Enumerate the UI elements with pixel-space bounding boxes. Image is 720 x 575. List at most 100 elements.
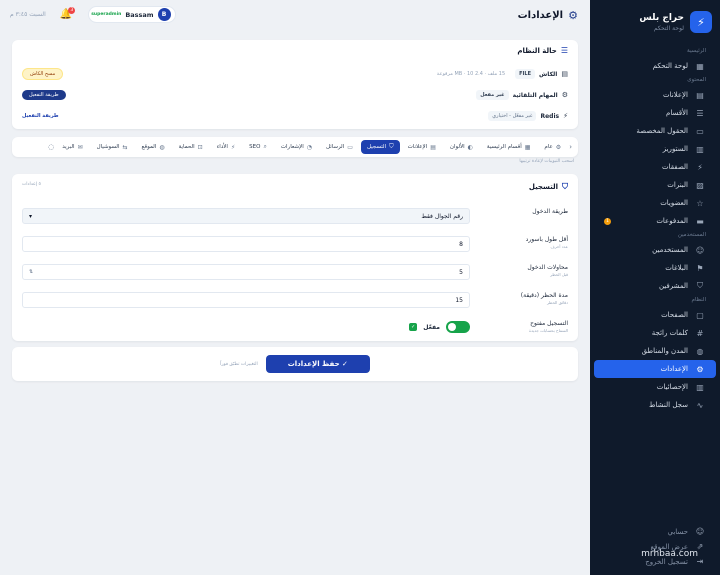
chart-icon: ▥ xyxy=(696,382,704,392)
sidebar-item[interactable]: ⚙ الإعدادات xyxy=(594,360,716,378)
tab-8[interactable]: ⚡ الأداء xyxy=(211,141,241,154)
registration-title: التسجيل xyxy=(528,183,558,191)
tab-10[interactable]: ◍ الموقع xyxy=(136,141,171,154)
bolt-icon: ⚡ xyxy=(697,162,703,172)
scroll-left-icon[interactable]: ◌ xyxy=(48,143,54,151)
page-title: ⚙ الإعدادات xyxy=(517,8,578,22)
notification-badge: 3 xyxy=(68,7,76,14)
cache-row: ▤ الكاش FILE 15 ملف · 2.4 MB · 10 مرفوعة… xyxy=(22,68,568,80)
tab-3[interactable]: ▤ الإعلانات xyxy=(402,141,442,154)
sidebar-bottom-item[interactable]: ☺ حسابي xyxy=(594,524,716,539)
sidebar-item-label: حسابي xyxy=(667,527,689,536)
image-icon: ▨ xyxy=(696,180,704,190)
sidebar-item[interactable]: ⚑ البلاغات xyxy=(594,259,716,277)
redis-activate-link[interactable]: طريقة التفعيل xyxy=(22,113,59,119)
globe-icon: ◍ xyxy=(696,346,704,356)
registration-toggle[interactable] xyxy=(446,321,470,333)
login-attempts-input[interactable]: 5 ⇅ xyxy=(22,264,470,280)
tab-9[interactable]: ⊡ الحماية xyxy=(173,141,209,154)
sidebar-item[interactable]: ▥ الإحصائيات xyxy=(594,378,716,396)
clear-cache-button[interactable]: مسح الكاش xyxy=(22,68,64,80)
save-bar: ✓ حفظ الإعدادات التغييرات تطبّق فوراً xyxy=(12,347,578,381)
user-menu[interactable]: B Bassam superadmin xyxy=(88,6,176,23)
globe-icon: ◍ xyxy=(159,143,165,151)
notifications-button[interactable]: 🔔 3 xyxy=(60,7,76,20)
tab-label: عام xyxy=(544,144,553,150)
tab-12[interactable]: ✉ البريد xyxy=(56,141,88,154)
gear-icon: ⚙ xyxy=(561,91,568,99)
page-icon: ▢ xyxy=(696,310,704,320)
min-password-field: أقل طول باسورد عدد أحرف 8 xyxy=(22,234,568,256)
server-icon: ☰ xyxy=(560,46,568,55)
tab-6[interactable]: ◔ الإشعارات xyxy=(275,141,318,154)
tab-label: أقسام الرئيسية xyxy=(486,144,522,150)
avatar: B xyxy=(157,8,171,21)
document-icon: ▤ xyxy=(696,90,704,100)
sidebar-item-label: الصفحات xyxy=(661,311,688,319)
tab-1[interactable]: ▦ أقسام الرئيسية xyxy=(481,141,537,154)
bolt-icon: ⚡ xyxy=(230,143,236,151)
settings-tabs: ‹ ⚙ عام ▦ أقسام الرئيسية ◐ الألوان ▤ الإعلانات ⛉ ا… xyxy=(12,137,578,157)
save-note: التغييرات تطبّق فوراً xyxy=(220,361,258,367)
gear-icon: ⚙ xyxy=(568,8,578,22)
registration-card: ⛉ التسجيل ٥ إعدادات طريقة الدخول رقم الج… xyxy=(12,174,578,341)
gear-icon: ⚙ xyxy=(696,364,704,374)
tab-5[interactable]: ▭ الرسائل xyxy=(320,141,359,154)
tab-7[interactable]: ⌕ SEO xyxy=(243,140,273,154)
tab-0[interactable]: ⚙ عام xyxy=(538,141,567,154)
tab-11[interactable]: ⇆ السوشيال xyxy=(91,141,134,154)
sidebar-item-label: المدفوعات xyxy=(656,217,688,225)
sidebar-item-label: العضويات xyxy=(660,199,688,207)
sidebar-item-label: الحقول المخصصة xyxy=(636,127,688,135)
brand-title: حراج بلس xyxy=(639,12,684,23)
sidebar-item[interactable]: ▤ الإعلانات xyxy=(594,86,716,104)
date-display: السبت ٣:٤٥ م xyxy=(10,11,46,18)
sidebar-item[interactable]: ⛉ المشرفين xyxy=(594,277,716,295)
sidebar-item[interactable]: # كلمات رائجة xyxy=(594,324,716,342)
min-password-input[interactable]: 8 xyxy=(22,236,470,252)
tab-4[interactable]: ⛉ التسجيل xyxy=(360,140,400,154)
sidebar-item[interactable]: ▢ الصفحات xyxy=(594,306,716,324)
open-registration-field: التسجيل مفتوح السماح بحسابات جديدة مفعّل… xyxy=(409,320,568,333)
cron-activate-button[interactable]: طريقة التفعيل xyxy=(22,90,66,100)
chevron-right-icon[interactable]: ‹ xyxy=(569,143,572,151)
document-icon: ▤ xyxy=(430,143,436,151)
nav-section-label: النظام xyxy=(691,297,706,303)
grid-icon: ▦ xyxy=(524,143,531,151)
tabs-hint: اسحب التبويبات لإعادة ترتيبها xyxy=(519,159,574,164)
sidebar-item-label: كلمات رائجة xyxy=(651,329,688,337)
lock-icon: ⊡ xyxy=(197,143,203,151)
ban-duration-input[interactable]: 15 xyxy=(22,292,470,308)
brand[interactable]: ⚡ حراج بلس لوحة التحكم xyxy=(590,0,720,34)
sidebar-item[interactable]: ▥ الستوريز xyxy=(594,140,716,158)
sidebar-item[interactable]: ▦ لوحة التحكم xyxy=(594,57,716,75)
sidebar-item[interactable]: ⚡ الصفقات xyxy=(594,158,716,176)
card-icon: ▬ xyxy=(696,216,704,226)
stepper-icon[interactable]: ⇅ xyxy=(29,269,33,275)
nav-section-label: المحتوى xyxy=(687,77,706,83)
palette-icon: ◐ xyxy=(467,143,473,151)
sidebar-item[interactable]: ▭ الحقول المخصصة xyxy=(594,122,716,140)
tab-2[interactable]: ◐ الألوان xyxy=(444,141,479,154)
sidebar-item[interactable]: ◍ المدن والمناطق xyxy=(594,342,716,360)
login-method-select[interactable]: رقم الجوال فقط ▾ xyxy=(22,208,470,224)
sidebar-item[interactable]: ☰ الأقسام xyxy=(594,104,716,122)
save-button[interactable]: ✓ حفظ الإعدادات xyxy=(265,355,370,373)
sidebar-item[interactable]: ☆ العضويات xyxy=(594,194,716,212)
user-role: superadmin xyxy=(91,12,122,17)
sidebar-item[interactable]: ∿ سجل النشاط xyxy=(594,396,716,414)
sidebar-item[interactable]: ☺ المستخدمين xyxy=(594,241,716,259)
tab-label: الألوان xyxy=(449,144,465,150)
tab-label: الأداء xyxy=(216,144,228,150)
redis-row: ⚡ Redis غير مفعّل - اختياري طريقة التفعي… xyxy=(22,111,568,121)
sidebar-item-label: سجل النشاط xyxy=(649,401,688,409)
settings-count: ٥ إعدادات xyxy=(22,182,41,187)
tab-label: SEO xyxy=(249,144,261,150)
bell-icon: ◔ xyxy=(306,143,313,151)
sidebar-item-label: الستوريز xyxy=(662,145,688,153)
check-icon: ✓ xyxy=(409,323,418,331)
database-icon: ▤ xyxy=(561,70,568,78)
sidebar-item[interactable]: ▨ البنرات xyxy=(594,176,716,194)
flag-icon: ⚑ xyxy=(696,263,704,273)
sidebar-item[interactable]: ▬ المدفوعات 1 xyxy=(594,212,716,230)
